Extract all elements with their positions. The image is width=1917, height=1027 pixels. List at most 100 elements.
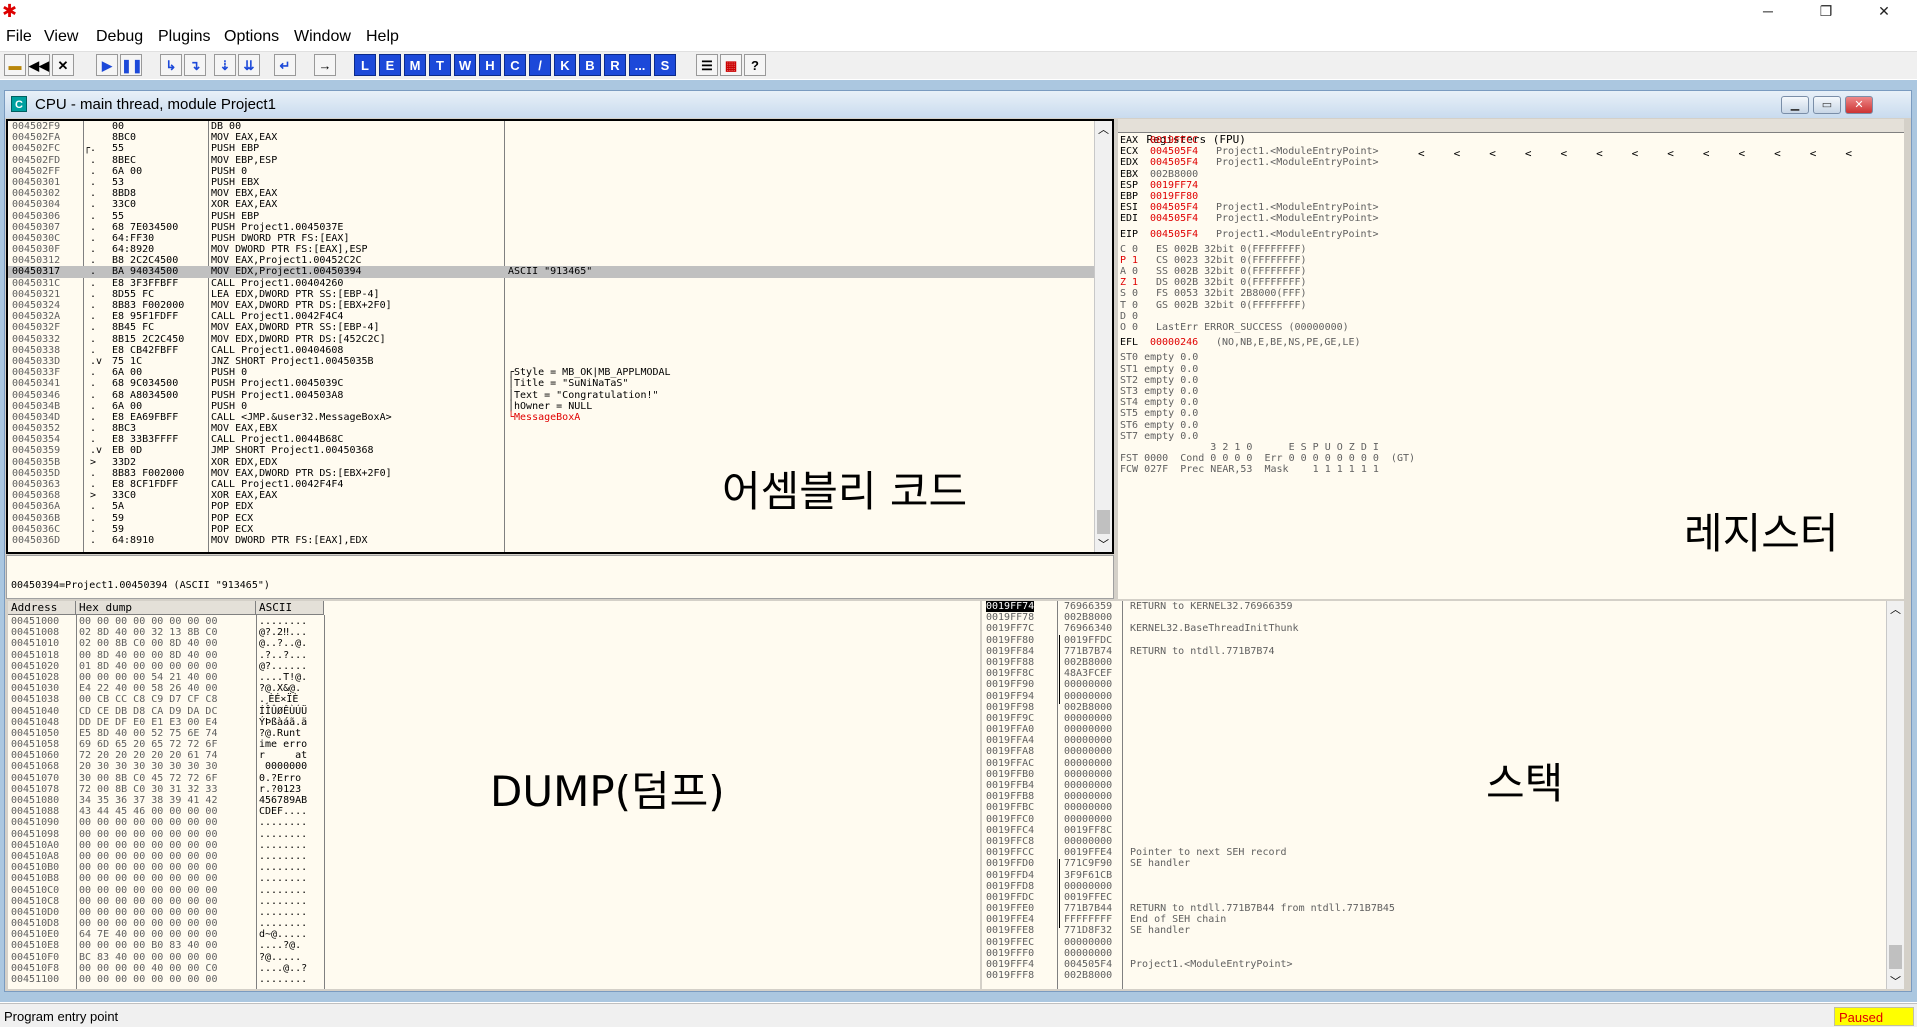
dump-row[interactable]: 00451078 72 00 8B C0 30 31 32 33 r.?0123 bbox=[11, 784, 321, 795]
dump-header-hex[interactable]: Hex dump bbox=[76, 601, 256, 615]
cpu-window-button[interactable]: C bbox=[504, 54, 526, 76]
patches-window-button[interactable]: / bbox=[529, 54, 551, 76]
disasm-row[interactable]: 00450317 . BA 94034500 MOV EDX,Project1.00… bbox=[8, 266, 1094, 278]
stack-row[interactable]: 0019FFB8 00000000 bbox=[982, 791, 1882, 802]
modules-window-button[interactable]: E bbox=[379, 54, 401, 76]
stack-row[interactable]: 0019FFA8 00000000 bbox=[982, 746, 1882, 757]
menu-plugins[interactable]: Plugins bbox=[158, 28, 210, 46]
register-row[interactable]: EAX 0019FFCC bbox=[1120, 135, 1900, 146]
stack-row[interactable]: 0019FFC0 00000000 bbox=[982, 814, 1882, 825]
help-icon[interactable]: ? bbox=[744, 54, 766, 76]
cpu-window-titlebar[interactable]: C CPU - main thread, module Project1 ▁ ▭… bbox=[5, 91, 1911, 118]
threads-window-button[interactable]: T bbox=[429, 54, 451, 76]
dump-header-ascii[interactable]: ASCII bbox=[256, 601, 324, 615]
register-row[interactable]: EDI 004505F4 Project1.<ModuleEntryPoint> bbox=[1120, 213, 1900, 224]
menu-help[interactable]: Help bbox=[366, 28, 399, 46]
dump-row[interactable]: 00451070 30 00 8B C0 45 72 72 6F 0.?Erro bbox=[11, 773, 321, 784]
disasm-row[interactable]: 00450302 . 8BD8 MOV EBX,EAX bbox=[8, 188, 1094, 199]
stack-row[interactable]: 0019FF8C 48A3FCEF bbox=[982, 668, 1882, 679]
dump-row[interactable]: 00451010 02 00 8B C0 00 8D 40 00 @..?..@. bbox=[11, 638, 321, 649]
dump-row[interactable]: 00451008 02 8D 40 00 32 13 8B C0 @?.2‼... bbox=[11, 627, 321, 638]
execute-till-return-icon[interactable]: ↵ bbox=[274, 54, 296, 76]
stack-row[interactable]: 0019FFA0 00000000 bbox=[982, 724, 1882, 735]
menu-view[interactable]: View bbox=[44, 28, 78, 46]
register-row[interactable]: ESP 0019FF74 bbox=[1120, 180, 1900, 191]
stack-row[interactable]: 0019FFA4 00000000 bbox=[982, 735, 1882, 746]
callstack-window-button[interactable]: K bbox=[554, 54, 576, 76]
stack-row[interactable]: 0019FFF8 002B8000 bbox=[982, 970, 1882, 981]
disasm-row[interactable]: 0045034D . E8 EA69FBFF CALL <JMP.&user32.M… bbox=[8, 412, 1094, 423]
dump-row[interactable]: 00451000 00 00 00 00 00 00 00 00........ bbox=[11, 616, 321, 627]
stack-row[interactable]: 0019FF78 002B8000 bbox=[982, 612, 1882, 623]
dump-row[interactable]: 00451090 00 00 00 00 00 00 00 00........ bbox=[11, 817, 321, 828]
dump-row[interactable]: 004510A8 00 00 00 00 00 00 00 00........ bbox=[11, 851, 321, 862]
dump-row[interactable]: 00451038 00 CB CC C8 C9 D7 CF C8 .˼ÈÉ×ÏÈ bbox=[11, 694, 321, 705]
stack-row[interactable]: 0019FFE8 771D8F32 SE handler bbox=[982, 925, 1882, 936]
flag-row[interactable]: P 1 CS 0023 32bit 0(FFFFFFFF) bbox=[1120, 255, 1900, 266]
menu-debug[interactable]: Debug bbox=[96, 28, 143, 46]
stack-row[interactable]: 0019FFD8 00000000 bbox=[982, 881, 1882, 892]
dump-row[interactable]: 00451058 69 6D 65 20 65 72 72 6F ime erro bbox=[11, 739, 321, 750]
dump-header-address[interactable]: Address bbox=[8, 601, 76, 615]
stack-row[interactable]: 0019FFF4 004505F4 Project1.<ModuleEntryPoi… bbox=[982, 959, 1882, 970]
disasm-row[interactable]: 0045032F . 8B45 FC MOV EAX,DWORD PTR SS:[E… bbox=[8, 322, 1094, 333]
stack-row[interactable]: 0019FF90 00000000 bbox=[982, 679, 1882, 690]
stack-row[interactable]: 0019FF88 002B8000 bbox=[982, 657, 1882, 668]
dump-row[interactable]: 004510F0 BC 83 40 00 00 00 00 00 ?@..... bbox=[11, 952, 321, 963]
menu-window[interactable]: Window bbox=[294, 28, 351, 46]
stack-row[interactable]: 0019FF94 00000000 bbox=[982, 691, 1882, 702]
flag-row[interactable]: Z 1 DS 002B 32bit 0(FFFFFFFF) bbox=[1120, 277, 1900, 288]
close-button[interactable]: ✕ bbox=[1856, 0, 1912, 23]
stack-row[interactable]: 0019FF74 76966359 RETURN to KERNEL32.76966… bbox=[982, 601, 1882, 613]
dump-row[interactable]: 00451068 20 30 30 30 30 30 30 30 0000000 bbox=[11, 761, 321, 772]
dump-row[interactable]: 00451018 00 8D 40 00 00 8D 40 00.?..?... bbox=[11, 650, 321, 661]
disasm-row[interactable]: 00450346 . 68 A8034500 PUSH Project1.00450… bbox=[8, 390, 1094, 401]
dump-row[interactable]: 004510C8 00 00 00 00 00 00 00 00........ bbox=[11, 896, 321, 907]
stack-row[interactable]: 0019FFAC 00000000 bbox=[982, 758, 1882, 769]
disasm-row[interactable]: 00450352 . 8BC3 MOV EAX,EBX bbox=[8, 423, 1094, 434]
restart-icon[interactable]: ◀◀ bbox=[28, 54, 50, 76]
register-row[interactable]: EBP 0019FF80 bbox=[1120, 191, 1900, 202]
register-row[interactable]: EFL 00000246 (NO,NB,E,BE,NS,PE,GE,LE) bbox=[1120, 337, 1900, 348]
stack-row[interactable]: 0019FFB4 00000000 bbox=[982, 780, 1882, 791]
stack-row[interactable]: 0019FFCC 0019FFE4 Pointer to next SEH reco… bbox=[982, 847, 1882, 858]
disasm-row[interactable]: 00450332 . 8B15 2C2C450 MOV EDX,DWORD PTR … bbox=[8, 334, 1094, 345]
dump-row[interactable]: 004510E0 64 7E 40 00 00 00 00 00 d~@..... bbox=[11, 929, 321, 940]
fpu-register-row[interactable]: ST7 empty 0.0 bbox=[1120, 431, 1900, 442]
disasm-row[interactable]: 0045033D .v 75 1C JNZ SHORT Project1.00450… bbox=[8, 356, 1094, 367]
dump-row[interactable]: 00451020 01 8D 40 00 00 00 00 00 @?...... bbox=[11, 661, 321, 672]
fpu-register-row[interactable]: ST1 empty 0.0 bbox=[1120, 364, 1900, 375]
flag-row[interactable]: O 0 LastErr ERROR_SUCCESS (00000000) bbox=[1120, 322, 1900, 333]
mdi-close-button[interactable]: ✕ bbox=[1845, 96, 1873, 114]
trace-over-icon[interactable]: ⇊ bbox=[238, 54, 260, 76]
dump-row[interactable]: 004510D0 00 00 00 00 00 00 00 00........ bbox=[11, 907, 321, 918]
disasm-row[interactable]: 0045036C . 59 POP ECX bbox=[8, 524, 1094, 535]
memory-window-button[interactable]: M bbox=[404, 54, 426, 76]
step-into-icon[interactable]: ↳ bbox=[160, 54, 182, 76]
dump-row[interactable]: 00451100 00 00 00 00 00 00 00 00........ bbox=[11, 974, 321, 985]
menu-options[interactable]: Options bbox=[224, 28, 279, 46]
flag-row[interactable]: T 0 GS 002B 32bit 0(FFFFFFFF) bbox=[1120, 300, 1900, 311]
disasm-row[interactable]: 0045034B . 6A 00 PUSH 0 │hOwner = NULL bbox=[8, 401, 1094, 412]
log-window-button[interactable]: L bbox=[354, 54, 376, 76]
flag-row[interactable]: A 0 SS 002B 32bit 0(FFFFFFFF) bbox=[1120, 266, 1900, 277]
grid-icon[interactable]: ▦ bbox=[720, 54, 742, 76]
flag-row[interactable]: D 0 bbox=[1120, 311, 1900, 322]
register-row[interactable]: ECX 004505F4 Project1.<ModuleEntryPoint> bbox=[1120, 146, 1900, 157]
register-row[interactable]: ESI 004505F4 Project1.<ModuleEntryPoint> bbox=[1120, 202, 1900, 213]
dump-row[interactable]: 00451098 00 00 00 00 00 00 00 00........ bbox=[11, 829, 321, 840]
disasm-row[interactable]: 00450359 .v EB 0D JMP SHORT Project1.00450… bbox=[8, 445, 1094, 456]
stack-row[interactable]: 0019FFE4 FFFFFFFF End of SEH chain bbox=[982, 914, 1882, 925]
stack-row[interactable]: 0019FFE0 771B7B44 RETURN to ntdll.771B7B44… bbox=[982, 903, 1882, 914]
stack-row[interactable]: 0019FF9C 00000000 bbox=[982, 713, 1882, 724]
dump-row[interactable]: 004510B8 00 00 00 00 00 00 00 00........ bbox=[11, 873, 321, 884]
dump-row[interactable]: 00451080 34 35 36 37 38 39 41 42 456789AB bbox=[11, 795, 321, 806]
handles-window-button[interactable]: H bbox=[479, 54, 501, 76]
fpu-register-row[interactable]: ST5 empty 0.0 bbox=[1120, 408, 1900, 419]
stack-row[interactable]: 0019FFC8 00000000 bbox=[982, 836, 1882, 847]
dump-row[interactable]: 00451048 DD DE DF E0 E1 E3 00 E4 ÝÞßàáã.ä bbox=[11, 717, 321, 728]
disasm-row[interactable]: 00450301 . 53 PUSH EBX bbox=[8, 177, 1094, 188]
step-over-icon[interactable]: ↴ bbox=[184, 54, 206, 76]
dump-row[interactable]: 004510B0 00 00 00 00 00 00 00 00........ bbox=[11, 862, 321, 873]
fpu-register-row[interactable]: ST0 empty 0.0 bbox=[1120, 352, 1900, 363]
